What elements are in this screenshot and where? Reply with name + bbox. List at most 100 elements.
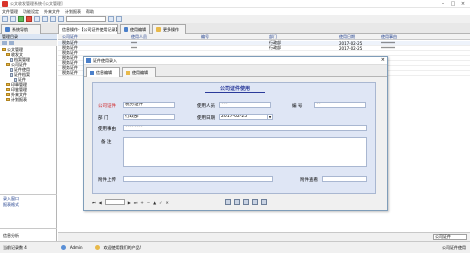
menu-bar: 文件管理 功能设定 外来文件 计划报表 帮助 xyxy=(0,8,470,15)
document-icon xyxy=(14,77,17,82)
toolbar xyxy=(0,15,470,23)
tree-item[interactable]: 计划报表 xyxy=(2,97,56,102)
left-pane: 管理目录 公文管理 收发文 档案管理 公司证件 证件使用 证件档案 证件 印章管… xyxy=(0,34,57,241)
minimize-icon[interactable]: – xyxy=(438,0,448,8)
tab-navigation[interactable]: 系统导航 xyxy=(1,24,41,34)
open-icon[interactable] xyxy=(10,16,16,22)
divider xyxy=(0,194,57,195)
dept-label: 部 门 xyxy=(98,116,109,121)
preview-icon[interactable] xyxy=(233,199,240,205)
attach-icon[interactable] xyxy=(251,199,258,205)
document-icon xyxy=(10,57,13,62)
maximize-icon[interactable]: □ xyxy=(448,0,458,8)
attach-field[interactable] xyxy=(123,176,273,182)
link-analysis[interactable]: 信息分析 xyxy=(3,233,19,239)
save-icon[interactable] xyxy=(18,16,24,22)
delete-record-icon[interactable]: − xyxy=(147,200,150,205)
left-pane-toolbar xyxy=(0,40,57,46)
column-header[interactable]: 部门 xyxy=(269,34,339,40)
menu-item-settings[interactable]: 功能设定 xyxy=(23,9,39,15)
tree: 公文管理 收发文 档案管理 公司证件 证件使用 证件档案 证件 印章管理 印鉴管… xyxy=(2,47,56,102)
dialog-tabs: 信息编辑 使用编辑 xyxy=(84,65,387,77)
attach-view-field[interactable] xyxy=(322,176,367,182)
app-icon xyxy=(2,1,8,7)
last-record-icon[interactable]: ⏭ xyxy=(134,200,138,205)
link-report-format[interactable]: 报表格式 xyxy=(3,202,19,208)
menu-item-file[interactable]: 文件管理 xyxy=(2,9,18,15)
dept-field[interactable]: 行政部 xyxy=(123,114,175,120)
edit-record-icon[interactable]: ▲ xyxy=(153,200,156,205)
dialog-title-bar: 证件使用录入 × xyxy=(84,57,387,65)
cancel-record-icon[interactable]: ✕ xyxy=(166,200,169,205)
export-icon[interactable] xyxy=(108,16,114,22)
cert-label: 公司证件 xyxy=(98,104,116,109)
exit-icon[interactable] xyxy=(116,16,122,22)
add-record-icon[interactable]: + xyxy=(140,200,143,205)
info-icon xyxy=(90,70,94,75)
edit-icon xyxy=(126,70,130,75)
reason-label: 使用事由 xyxy=(98,127,116,132)
new-icon[interactable] xyxy=(2,16,8,22)
code-field[interactable]: ** xyxy=(314,102,366,108)
chevron-down-icon[interactable]: ▼ xyxy=(267,115,272,119)
status-message: 欢迎使用我们的产品! xyxy=(103,244,142,250)
menu-item-external[interactable]: 外来文件 xyxy=(44,9,60,15)
attach-label: 附件上传 xyxy=(98,178,116,183)
close-icon[interactable]: × xyxy=(381,57,385,63)
collapse-icon[interactable] xyxy=(9,41,14,45)
record-count: 当前记录数 4 xyxy=(3,244,27,250)
divider xyxy=(0,228,57,229)
refresh-icon[interactable] xyxy=(50,16,56,22)
tab-use-edit[interactable]: 使用编辑 xyxy=(122,67,156,77)
cert-field[interactable]: 税务证件 xyxy=(123,102,175,108)
window-controls: – □ × xyxy=(438,0,468,8)
tab-records[interactable]: 信息操作-【公司证件使用记录】 xyxy=(58,24,119,34)
note-label: 备 注 xyxy=(101,140,112,145)
filter-icon[interactable] xyxy=(58,16,64,22)
toolbar-select[interactable] xyxy=(66,16,106,22)
date-field[interactable]: 2017-02-25 ▼ xyxy=(219,114,273,120)
folder-icon xyxy=(6,63,10,66)
exit-icon[interactable] xyxy=(260,199,267,205)
menu-item-reports[interactable]: 计划报表 xyxy=(65,9,81,15)
record-position-field[interactable] xyxy=(104,199,125,205)
folder-icon xyxy=(2,48,6,51)
note-field[interactable] xyxy=(123,137,367,167)
column-header[interactable]: 编号 xyxy=(201,34,269,40)
save-record-icon[interactable]: ✓ xyxy=(159,200,162,205)
grid-footer-select[interactable]: 公司证件 xyxy=(433,234,467,240)
info-icon xyxy=(94,245,100,250)
window-title: 公文收发管理系统-[公文管理] xyxy=(10,1,63,6)
document-icon xyxy=(10,72,13,77)
print-icon[interactable] xyxy=(224,199,231,205)
next-record-icon[interactable]: ▶ xyxy=(128,200,131,205)
column-header[interactable]: 使用人员 xyxy=(131,34,201,40)
user-field[interactable]: *** xyxy=(219,102,271,108)
tab-more[interactable]: 更多操作 xyxy=(152,24,186,34)
user-label: 使用人员 xyxy=(197,104,215,109)
column-header[interactable]: 公司证件 xyxy=(58,34,131,40)
edit-icon xyxy=(124,27,128,32)
expand-icon[interactable] xyxy=(2,41,7,45)
first-record-icon[interactable]: ⏮ xyxy=(92,200,96,205)
menu-item-help[interactable]: 帮助 xyxy=(86,9,94,15)
folder-icon xyxy=(6,83,10,86)
search-icon[interactable] xyxy=(42,16,48,22)
entry-form: 公司证件使用 公司证件 税务证件 使用人员 *** 编 号 ** 部 门 行政部… xyxy=(92,82,376,194)
reason-field[interactable]: ******** xyxy=(123,125,367,131)
document-icon xyxy=(10,67,13,72)
record-navigator: ⏮ ◀ ▶ ⏭ + − ▲ ✓ ✕ xyxy=(92,198,376,206)
prev-record-icon[interactable]: ◀ xyxy=(99,200,102,205)
folder-icon xyxy=(6,53,10,56)
tab-info-edit[interactable]: 信息编辑 xyxy=(86,67,120,77)
print-icon[interactable] xyxy=(34,16,40,22)
attach-view-label[interactable]: 附件查看 xyxy=(300,177,318,183)
column-header[interactable]: 使用日期 xyxy=(339,34,381,40)
search-icon[interactable] xyxy=(242,199,249,205)
delete-icon[interactable] xyxy=(26,16,32,22)
column-header[interactable]: 使用事由 xyxy=(381,34,441,40)
folder-icon xyxy=(6,88,10,91)
tab-edit[interactable]: 使用编辑 xyxy=(120,24,150,34)
status-bar: 当前记录数 4 Admin 欢迎使用我们的产品! 公司证件使用 xyxy=(0,241,470,253)
close-icon[interactable]: × xyxy=(458,0,468,8)
